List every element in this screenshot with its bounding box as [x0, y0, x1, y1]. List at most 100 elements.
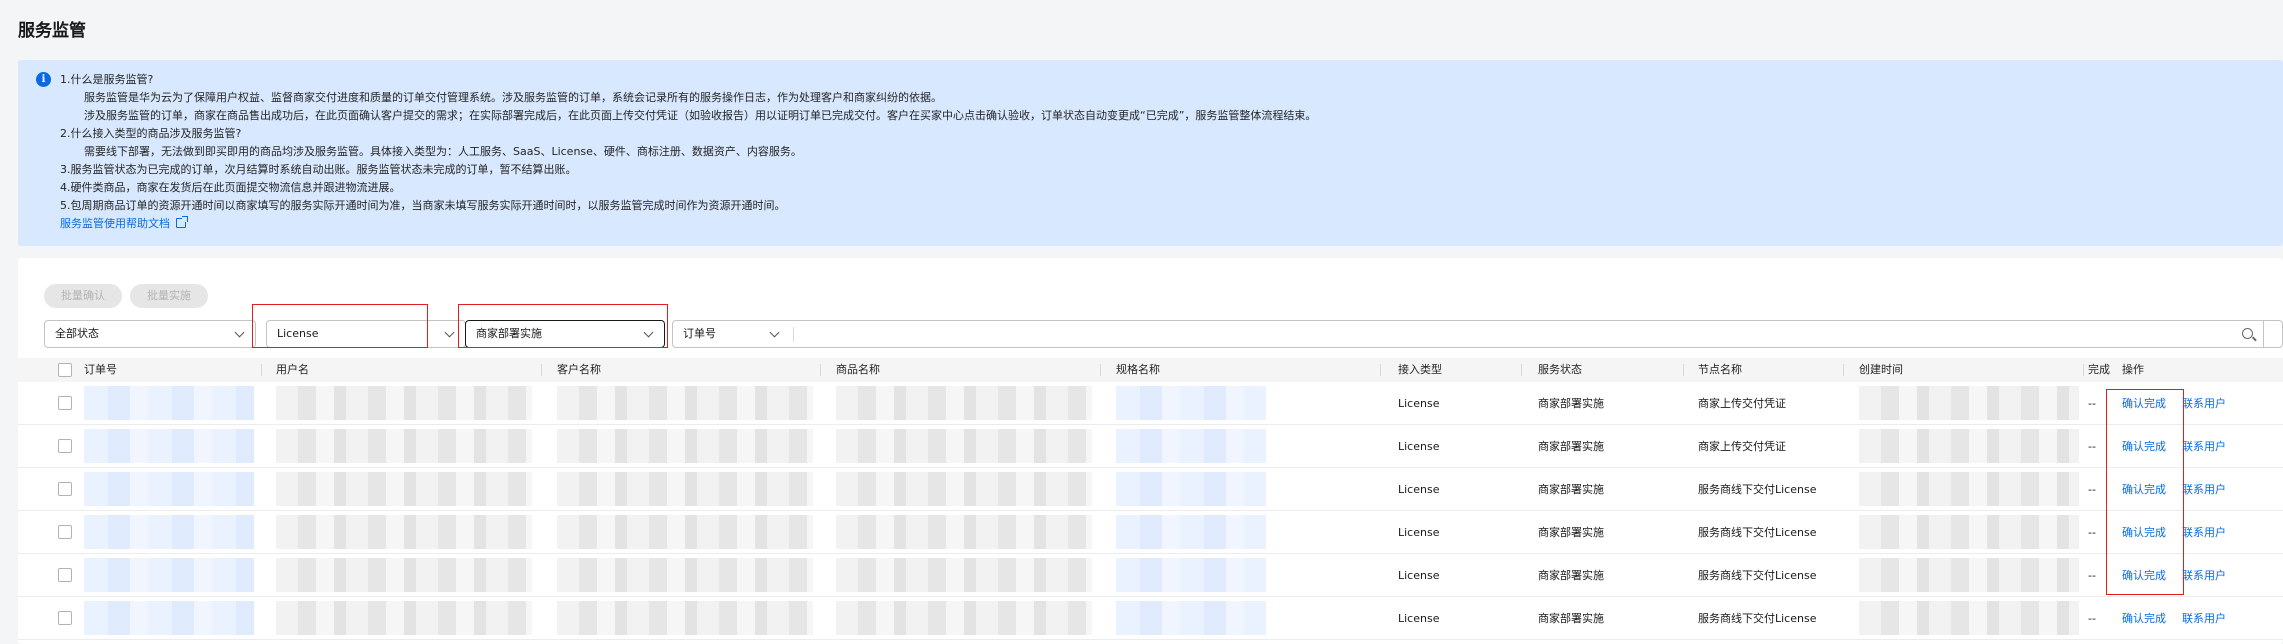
help-doc-link[interactable]: 服务监管使用帮助文档 [60, 215, 188, 233]
divider [1380, 364, 1381, 376]
filter-button[interactable] [2263, 320, 2283, 348]
divider [541, 364, 542, 376]
row-checkbox[interactable] [58, 396, 72, 410]
redacted-customer-name [557, 386, 813, 420]
access-type-filter-select[interactable]: License [266, 320, 466, 348]
cell-access-type: License [1398, 483, 1440, 496]
redacted-order-no [84, 429, 254, 463]
confirm-complete-link[interactable]: 确认完成 [2122, 382, 2166, 425]
notice-line: 需要线下部署，无法做到即买即用的商品均涉及服务监管。具体接入类型为：人工服务、S… [84, 145, 802, 158]
chevron-down-icon [769, 327, 780, 338]
status-filter-select[interactable]: 全部状态 [44, 320, 256, 348]
batch-confirm-button[interactable]: 批量确认 [44, 284, 122, 308]
header-node-name: 节点名称 [1698, 363, 1742, 376]
divider [1843, 364, 1844, 376]
row-checkbox[interactable] [58, 568, 72, 582]
redacted-spec-name [1116, 472, 1266, 506]
table-row: License 商家部署实施 商家上传交付凭证 -- 确认完成 联系用户 [18, 425, 2283, 468]
confirm-complete-link[interactable]: 确认完成 [2122, 511, 2166, 554]
redacted-customer-name [557, 429, 813, 463]
table-header: 订单号 用户名 客户名称 商品名称 规格名称 接入类型 服务状态 节点名称 创建… [18, 358, 2283, 382]
contact-user-link[interactable]: 联系用户 [2182, 468, 2226, 511]
status-filter-value: 全部状态 [55, 327, 99, 340]
info-icon: i [36, 72, 51, 87]
redacted-order-no [84, 515, 254, 549]
notice-line: 5.包周期商品订单的资源开通时间以商家填写的服务实际开通时间为准，当商家未填写服… [60, 199, 786, 212]
redacted-spec-name [1116, 386, 1266, 420]
redacted-customer-name [557, 515, 813, 549]
row-checkbox[interactable] [58, 525, 72, 539]
select-all-checkbox[interactable] [58, 363, 72, 377]
notice-line: 服务监管是华为云为了保障用户权益、监督商家交付进度和质量的订单交付管理系统。涉及… [84, 91, 942, 104]
redacted-product-name [836, 558, 1092, 592]
cell-complete: -- [2088, 483, 2096, 496]
row-checkbox[interactable] [58, 439, 72, 453]
search-icon[interactable] [2242, 328, 2253, 339]
orders-card: 批量确认 批量实施 全部状态 License 商家部署实施 订单号 订单号 用户… [18, 258, 2283, 644]
cell-complete: -- [2088, 397, 2096, 410]
table-row: License 商家部署实施 商家上传交付凭证 -- 确认完成 联系用户 [18, 382, 2283, 425]
row-checkbox[interactable] [58, 611, 72, 625]
cell-node-name: 商家上传交付凭证 [1698, 440, 1786, 453]
contact-user-link[interactable]: 联系用户 [2182, 382, 2226, 425]
cell-complete: -- [2088, 569, 2096, 582]
cell-access-type: License [1398, 397, 1440, 410]
cell-complete: -- [2088, 440, 2096, 453]
redacted-create-time [1859, 515, 2079, 549]
page-title: 服务监管 [18, 21, 86, 41]
confirm-complete-link[interactable]: 确认完成 [2122, 554, 2166, 597]
cell-service-status: 商家部署实施 [1538, 612, 1604, 625]
info-notice: i 1.什么是服务监管? 服务监管是华为云为了保障用户权益、监督商家交付进度和质… [18, 60, 2283, 246]
table-row: License 商家部署实施 服务商线下交付License -- 确认完成 联系… [18, 511, 2283, 554]
cell-complete: -- [2088, 526, 2096, 539]
service-type-filter-select[interactable]: 商家部署实施 [465, 320, 665, 348]
redacted-create-time [1859, 601, 2079, 635]
notice-line: 3.服务监管状态为已完成的订单，次月结算时系统自动出账。服务监管状态未完成的订单… [60, 163, 577, 176]
notice-line: 涉及服务监管的订单，商家在商品售出成功后，在此页面确认客户提交的需求；在实际部署… [84, 109, 1317, 122]
batch-deploy-button[interactable]: 批量实施 [130, 284, 208, 308]
search-box[interactable]: 订单号 [672, 320, 2283, 348]
redacted-user-name [276, 429, 532, 463]
notice-line: 4.硬件类商品，商家在发货后在此页面提交物流信息并跟进物流进展。 [60, 181, 401, 194]
search-key-select[interactable]: 订单号 [683, 321, 716, 347]
redacted-product-name [836, 601, 1092, 635]
header-actions: 操作 [2122, 363, 2144, 376]
redacted-create-time [1859, 472, 2079, 506]
divider [1100, 364, 1101, 376]
divider [793, 327, 794, 342]
redacted-customer-name [557, 601, 813, 635]
help-doc-link-label[interactable]: 服务监管使用帮助文档 [60, 217, 170, 230]
cell-service-status: 商家部署实施 [1538, 440, 1604, 453]
notice-line: 1.什么是服务监管? [60, 73, 154, 86]
contact-user-link[interactable]: 联系用户 [2182, 425, 2226, 468]
header-product-name: 商品名称 [836, 363, 880, 376]
redacted-order-no [84, 386, 254, 420]
redacted-spec-name [1116, 558, 1266, 592]
contact-user-link[interactable]: 联系用户 [2182, 554, 2226, 597]
redacted-customer-name [557, 558, 813, 592]
cell-complete: -- [2088, 612, 2096, 625]
divider [1683, 364, 1684, 376]
header-complete: 完成 [2088, 363, 2110, 376]
header-order-no: 订单号 [84, 363, 117, 376]
redacted-spec-name [1116, 601, 1266, 635]
redacted-user-name [276, 472, 532, 506]
confirm-complete-link[interactable]: 确认完成 [2122, 468, 2166, 511]
confirm-complete-link[interactable]: 确认完成 [2122, 425, 2166, 468]
notice-line: 2.什么接入类型的商品涉及服务监管? [60, 127, 242, 140]
header-create-time: 创建时间 [1859, 363, 1903, 376]
contact-user-link[interactable]: 联系用户 [2182, 511, 2226, 554]
redacted-user-name [276, 601, 532, 635]
redacted-product-name [836, 429, 1092, 463]
header-spec-name: 规格名称 [1116, 363, 1160, 376]
cell-access-type: License [1398, 612, 1440, 625]
contact-user-link[interactable]: 联系用户 [2182, 597, 2226, 640]
divider [261, 364, 262, 376]
cell-access-type: License [1398, 440, 1440, 453]
redacted-order-no [84, 558, 254, 592]
row-checkbox[interactable] [58, 482, 72, 496]
confirm-complete-link[interactable]: 确认完成 [2122, 597, 2166, 640]
cell-access-type: License [1398, 569, 1440, 582]
redacted-product-name [836, 386, 1092, 420]
cell-node-name: 服务商线下交付License [1698, 483, 1817, 496]
